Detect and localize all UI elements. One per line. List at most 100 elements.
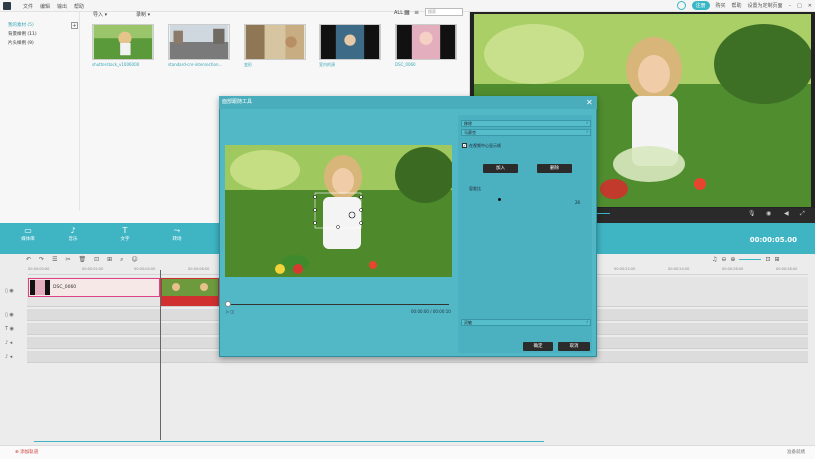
dialog-scrubber[interactable]: [227, 304, 449, 305]
ruler-tick: 00:00:06:00: [188, 267, 210, 271]
undo-icon[interactable]: ↶: [26, 256, 31, 264]
transition-icon: ⤳: [173, 226, 181, 235]
add-button[interactable]: 加入: [483, 164, 518, 173]
clip-label: DSC_0060: [53, 285, 77, 290]
import-dropdown[interactable]: 导入 ▾: [93, 11, 107, 18]
settings-icon[interactable]: ☰: [52, 256, 57, 264]
play-icon[interactable]: ▷ ◫: [226, 309, 234, 314]
close-window-icon[interactable]: ✕: [808, 3, 812, 9]
status-text: 准备就绪: [787, 450, 805, 455]
ruler-tick: 00:00:04:00: [134, 267, 156, 271]
music-icon: ♪: [70, 226, 76, 235]
crop-icon[interactable]: ⊡: [94, 256, 99, 264]
split-icon[interactable]: ⊞: [107, 256, 112, 264]
menu-edit[interactable]: 编辑: [40, 3, 50, 10]
search-input[interactable]: 搜索: [425, 8, 463, 16]
ruler-tick: 00:00:28:00: [776, 267, 798, 271]
delete-icon[interactable]: 🗑: [78, 256, 86, 264]
thumb-label: 室内的演: [319, 62, 335, 67]
fullscreen-icon[interactable]: ⤢: [800, 210, 805, 218]
maximize-icon[interactable]: □: [797, 3, 802, 9]
timeline-clip-selected[interactable]: [161, 278, 219, 306]
thumb-label: shutterstock_v1006000: [92, 62, 140, 67]
thumb-shutterstock[interactable]: [92, 24, 154, 60]
sensitivity-select[interactable]: 灵敏: [461, 319, 591, 326]
thumb-label: 变形: [244, 62, 252, 67]
fit-icon[interactable]: ⊡: [765, 256, 770, 263]
volume-icon[interactable]: ◀: [784, 210, 789, 217]
center-frame-label: 在视频中心显示帧: [469, 143, 501, 148]
zoom-icon[interactable]: ⌕: [120, 256, 123, 264]
ruler-tick: 00:00:22:00: [614, 267, 636, 271]
cancel-button[interactable]: 取消: [558, 342, 590, 351]
toolbar-transition[interactable]: ⤳ 转场: [162, 226, 192, 242]
toolbar-text[interactable]: T 文字: [110, 226, 140, 242]
thumb-street[interactable]: [168, 24, 230, 60]
pip-track-icon: ▯ ◉: [5, 312, 14, 318]
user-avatar[interactable]: [676, 1, 686, 10]
minimize-icon[interactable]: –: [789, 3, 792, 9]
playhead[interactable]: [160, 270, 161, 440]
app-logo-icon: [3, 2, 11, 10]
thumb-morph[interactable]: [244, 24, 306, 60]
toolbar-media[interactable]: ▭ 媒体库: [13, 226, 43, 242]
menu-help[interactable]: 帮助: [74, 3, 84, 10]
tolerance-slider[interactable]: [498, 198, 501, 201]
dialog-video[interactable]: [225, 145, 452, 277]
thumb-dsc0060[interactable]: [395, 24, 457, 60]
ruler-tick: 00:00:24:00: [668, 267, 690, 271]
timeline-tools: ↶ ↷ ☰ ✂ 🗑 ⊡ ⊞ ⌕ ☺: [26, 256, 138, 264]
help-link[interactable]: 帮助: [732, 2, 742, 9]
music-track-icon: ♪ ◂: [5, 354, 13, 360]
zoom-out-icon[interactable]: ⊖: [721, 256, 726, 263]
timeline-clip-dsc0060[interactable]: DSC_0060: [28, 278, 160, 297]
ruler-tick: 00:00:02:00: [82, 267, 104, 271]
thumb-label: standard-cnr-intersection...: [168, 62, 223, 67]
grid-view-icon[interactable]: ▦: [404, 9, 410, 16]
zoom-slider[interactable]: [739, 259, 762, 260]
bottom-bar: ⊕ 添加轨道 准备就绪: [0, 445, 815, 459]
delete-button[interactable]: 删除: [537, 164, 572, 173]
add-folder-button[interactable]: +: [71, 22, 78, 29]
clip-thumb: [162, 279, 218, 296]
toolbar-label: 音乐: [68, 237, 78, 242]
effect-select[interactable]: 移除: [461, 120, 591, 127]
custom-page-link[interactable]: 设置为定制页面: [748, 2, 783, 9]
mosaic-select[interactable]: 马赛克: [461, 129, 591, 136]
redo-icon[interactable]: ↷: [39, 256, 44, 264]
sidebar-item-my-media[interactable]: 我的素材 (5): [8, 22, 34, 28]
zoom-controls: ♫ ⊖ ⊕ ⊡ ⊞: [712, 256, 780, 263]
grid-icon[interactable]: ⊞: [774, 256, 779, 263]
video-track-icon: ▯ ◉: [5, 288, 14, 294]
add-track-button[interactable]: ⊕ 添加轨道: [15, 449, 38, 455]
toolbar-label: 媒体库: [21, 237, 35, 242]
scrubber-handle[interactable]: [225, 301, 231, 307]
audio-icon[interactable]: ♫: [712, 256, 717, 263]
cut-icon[interactable]: ✂: [65, 256, 70, 264]
buy-link[interactable]: 购买: [716, 2, 726, 9]
tolerance-label: 容差比: [469, 186, 481, 191]
microphone-icon[interactable]: 🎙: [748, 210, 756, 217]
ok-button[interactable]: 确定: [523, 342, 553, 351]
menu-export[interactable]: 输出: [57, 3, 67, 10]
snapshot-icon[interactable]: ◉: [766, 210, 771, 217]
menu-file[interactable]: 文件: [23, 3, 33, 10]
record-dropdown[interactable]: 录制 ▾: [136, 11, 150, 18]
filter-all[interactable]: ALL: [394, 10, 403, 16]
sidebar-item-backgrounds[interactable]: 背景样例 (11): [8, 31, 37, 37]
list-view-icon[interactable]: ≡: [414, 9, 419, 16]
face-track-icon[interactable]: ☺: [132, 256, 138, 264]
toolbar-music[interactable]: ♪ 音乐: [58, 226, 88, 242]
menu-bar: 文件 编辑 输出 帮助: [23, 3, 84, 10]
zoom-in-icon[interactable]: ⊕: [730, 256, 735, 263]
text-track-icon: T ◉: [5, 326, 15, 332]
dialog-close-icon[interactable]: ✕: [586, 99, 593, 107]
sidebar-item-intros[interactable]: 片头样例 (9): [8, 40, 34, 46]
top-right: 注册 购买 帮助 设置为定制页面 – □ ✕: [676, 1, 812, 10]
register-button[interactable]: 注册: [691, 1, 710, 10]
total-timecode: 00:00:05.00: [749, 236, 797, 244]
thumb-indoor[interactable]: [319, 24, 381, 60]
center-frame-checkbox[interactable]: ✓: [462, 143, 467, 148]
thumb-label: DSC_0060: [395, 62, 416, 67]
audio-track-icon: ♪ ◂: [5, 340, 13, 346]
